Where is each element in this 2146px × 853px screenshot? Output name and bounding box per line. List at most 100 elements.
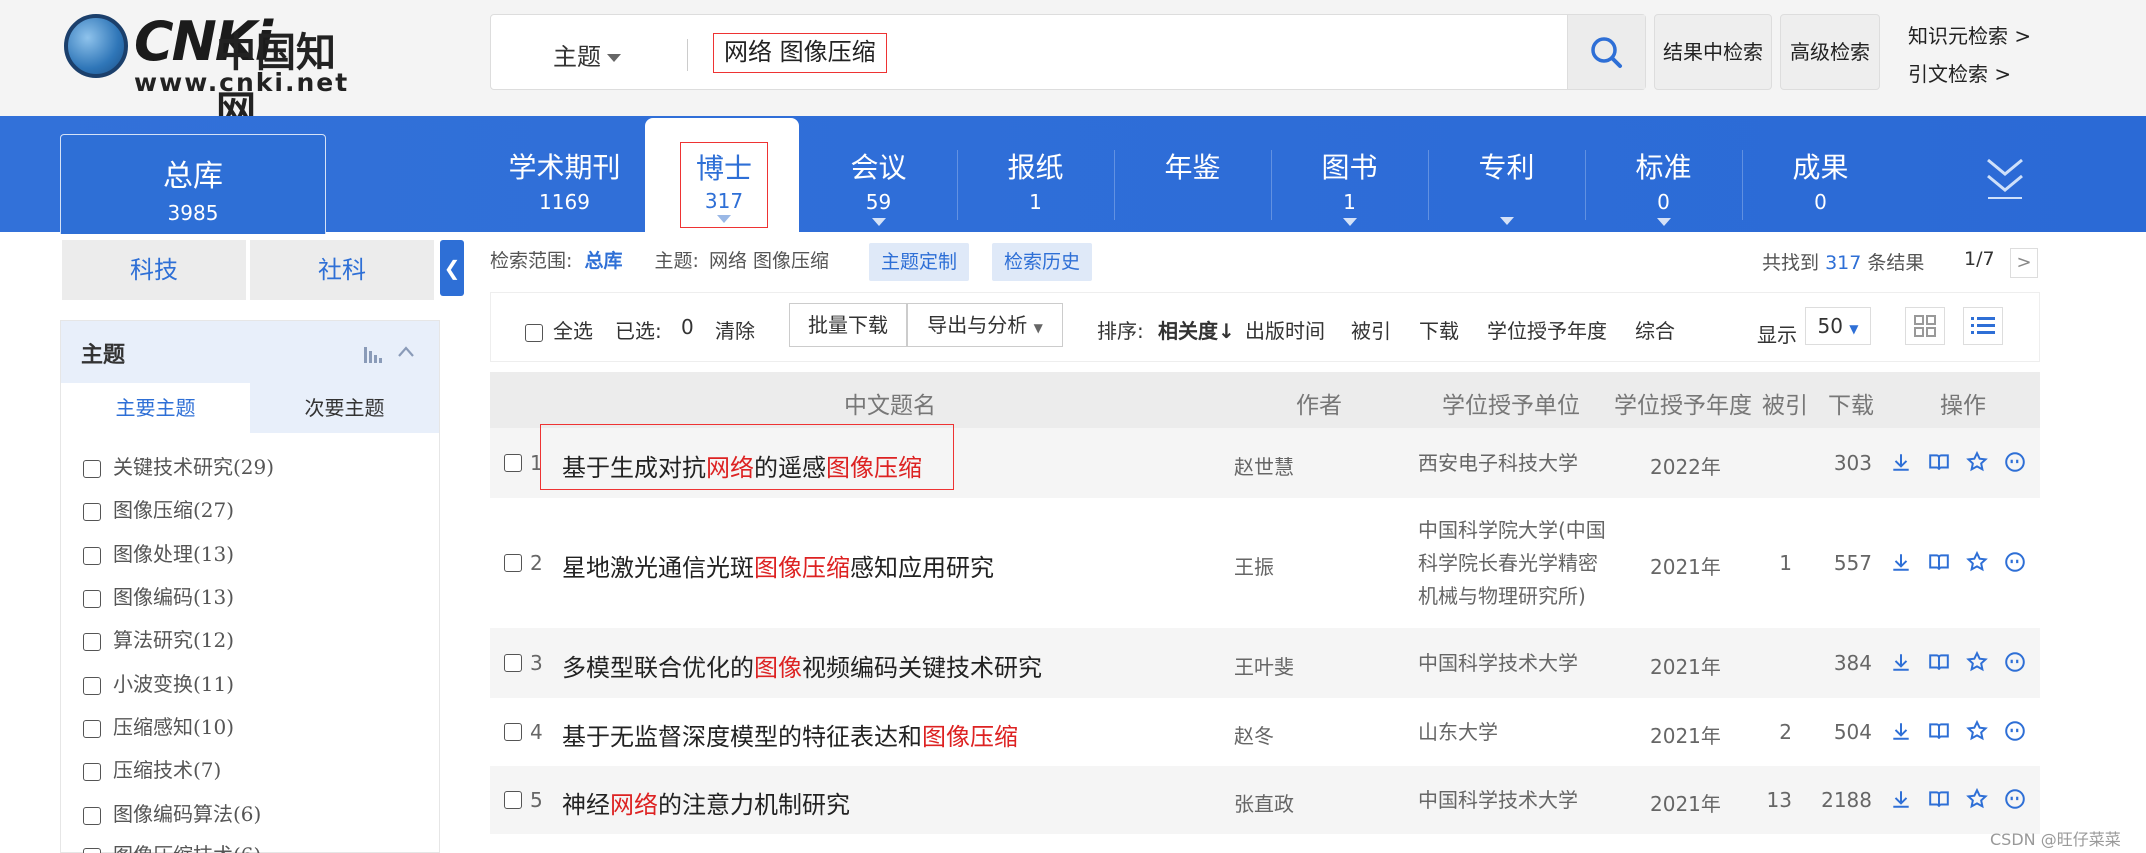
- cite-quote-icon[interactable]: [2004, 451, 2026, 473]
- search-in-results-button[interactable]: 结果中检索: [1654, 14, 1772, 90]
- author-link[interactable]: 赵世慧: [1234, 451, 1294, 480]
- next-page-button[interactable]: >: [2010, 248, 2038, 278]
- sort-degree-year[interactable]: 学位授予年度: [1487, 315, 1607, 344]
- advanced-search-button[interactable]: 高级检索: [1780, 14, 1880, 90]
- facet-header[interactable]: 主题: [61, 321, 439, 383]
- tab-patents[interactable]: 专利: [1428, 146, 1585, 225]
- search-history-button[interactable]: 检索历史: [992, 243, 1093, 281]
- facet-item[interactable]: 关键技术研究(29): [83, 451, 274, 480]
- row-checkbox[interactable]: [504, 791, 522, 809]
- sort-relevance[interactable]: 相关度↓: [1158, 315, 1235, 344]
- author-link[interactable]: 张直政: [1234, 788, 1294, 817]
- download-icon[interactable]: [1890, 451, 1912, 473]
- unit-link[interactable]: 中国科学院大学(中国 科学院长春光学精密 机械与物理研究所): [1418, 514, 1606, 613]
- sort-overall[interactable]: 综合: [1635, 315, 1675, 344]
- checkbox[interactable]: [83, 762, 101, 781]
- export-analysis-button[interactable]: 导出与分析 ▼: [907, 303, 1063, 347]
- download-icon[interactable]: [1890, 651, 1912, 673]
- download-icon[interactable]: [1890, 788, 1912, 810]
- cite-quote-icon[interactable]: [2004, 651, 2026, 673]
- facet-item[interactable]: 小波变换(11): [83, 668, 234, 697]
- tab-conference[interactable]: 会议 59: [800, 146, 957, 226]
- range-value[interactable]: 总库: [584, 250, 622, 272]
- grid-view-button[interactable]: [1905, 307, 1945, 345]
- checkbox[interactable]: [83, 806, 101, 825]
- chevron-up-icon[interactable]: [397, 345, 415, 359]
- tab-phd[interactable]: 博士 317: [645, 118, 799, 234]
- tab-yearbook[interactable]: 年鉴: [1114, 146, 1271, 190]
- unit-link[interactable]: 山东大学: [1418, 716, 1498, 749]
- tab-main-topic[interactable]: 主要主题: [61, 383, 250, 433]
- unit-link[interactable]: 中国科学技术大学: [1418, 647, 1578, 680]
- favorite-star-icon[interactable]: [1966, 651, 1988, 673]
- read-book-icon[interactable]: [1928, 451, 1950, 473]
- result-title-link[interactable]: 多模型联合优化的图像视频编码关键技术研究: [562, 648, 1042, 683]
- read-book-icon[interactable]: [1928, 720, 1950, 742]
- author-link[interactable]: 赵冬: [1234, 720, 1274, 749]
- tab-secondary-topic[interactable]: 次要主题: [250, 383, 439, 433]
- clear-button[interactable]: 清除: [715, 315, 755, 344]
- read-book-icon[interactable]: [1928, 788, 1950, 810]
- cite-quote-icon[interactable]: [2004, 720, 2026, 742]
- cnki-logo[interactable]: CNKi 中国知网 www.cnki.net: [64, 10, 364, 134]
- row-checkbox[interactable]: [504, 723, 522, 741]
- checkbox[interactable]: [83, 847, 101, 853]
- facet-item[interactable]: 压缩技术(7): [83, 754, 221, 783]
- checkbox[interactable]: [83, 719, 101, 738]
- favorite-star-icon[interactable]: [1966, 720, 1988, 742]
- facet-item[interactable]: 图像压缩技术(6): [83, 839, 261, 853]
- author-link[interactable]: 王叶斐: [1234, 651, 1294, 680]
- unit-link[interactable]: 西安电子科技大学: [1418, 447, 1578, 480]
- facet-item[interactable]: 图像编码算法(6): [83, 798, 261, 827]
- knowledge-search-link[interactable]: 知识元检索 >: [1908, 20, 2031, 49]
- cited-count[interactable]: 1: [1779, 551, 1792, 575]
- facet-item[interactable]: 图像压缩(27): [83, 494, 234, 523]
- unit-link[interactable]: 中国科学技术大学: [1418, 784, 1578, 817]
- select-all[interactable]: 全选: [525, 315, 593, 344]
- read-book-icon[interactable]: [1928, 651, 1950, 673]
- author-link[interactable]: 王振: [1234, 551, 1274, 580]
- expand-more-icon[interactable]: [1984, 154, 2026, 200]
- result-title-link[interactable]: 星地激光通信光斑图像压缩感知应用研究: [562, 548, 994, 583]
- cited-count[interactable]: 2: [1779, 720, 1792, 744]
- cite-quote-icon[interactable]: [2004, 788, 2026, 810]
- download-icon[interactable]: [1890, 551, 1912, 573]
- checkbox[interactable]: [83, 502, 101, 521]
- facet-item[interactable]: 图像处理(13): [83, 538, 234, 567]
- collapse-sidebar-button[interactable]: ❮: [440, 240, 464, 296]
- tab-achievements[interactable]: 成果 0: [1742, 146, 1899, 214]
- checkbox[interactable]: [83, 546, 101, 565]
- search-input[interactable]: 网络 图像压缩: [713, 33, 887, 73]
- sort-cited[interactable]: 被引: [1351, 315, 1391, 344]
- search-button[interactable]: [1567, 15, 1645, 89]
- checkbox[interactable]: [83, 632, 101, 651]
- tab-journals[interactable]: 学术期刊 1169: [486, 146, 643, 214]
- result-title-link[interactable]: 基于无监督深度模型的特征表达和图像压缩: [562, 717, 1018, 752]
- checkbox[interactable]: [83, 459, 101, 478]
- favorite-star-icon[interactable]: [1966, 551, 1988, 573]
- selected-count[interactable]: 0: [681, 315, 694, 339]
- tab-standards[interactable]: 标准 0: [1585, 146, 1742, 226]
- checkbox[interactable]: [83, 589, 101, 608]
- read-book-icon[interactable]: [1928, 551, 1950, 573]
- list-view-button[interactable]: [1963, 307, 2003, 345]
- facet-item[interactable]: 图像编码(13): [83, 581, 234, 610]
- bar-chart-icon[interactable]: [363, 345, 385, 363]
- row-checkbox[interactable]: [504, 454, 522, 472]
- tab-science[interactable]: 科技: [62, 240, 246, 300]
- favorite-star-icon[interactable]: [1966, 788, 1988, 810]
- sort-download[interactable]: 下载: [1419, 315, 1459, 344]
- cited-count[interactable]: 13: [1767, 788, 1792, 812]
- facet-item[interactable]: 算法研究(12): [83, 624, 234, 653]
- sort-pubtime[interactable]: 出版时间: [1245, 315, 1325, 344]
- row-checkbox[interactable]: [504, 654, 522, 672]
- checkbox[interactable]: [525, 323, 543, 342]
- search-scope-select[interactable]: 主题: [553, 37, 621, 72]
- tab-newspaper[interactable]: 报纸 1: [957, 146, 1114, 214]
- row-checkbox[interactable]: [504, 554, 522, 572]
- checkbox[interactable]: [83, 676, 101, 695]
- display-count-select[interactable]: 50 ▼: [1805, 307, 1871, 345]
- citation-search-link[interactable]: 引文检索 >: [1908, 58, 2011, 87]
- cite-quote-icon[interactable]: [2004, 551, 2026, 573]
- facet-item[interactable]: 压缩感知(10): [83, 711, 234, 740]
